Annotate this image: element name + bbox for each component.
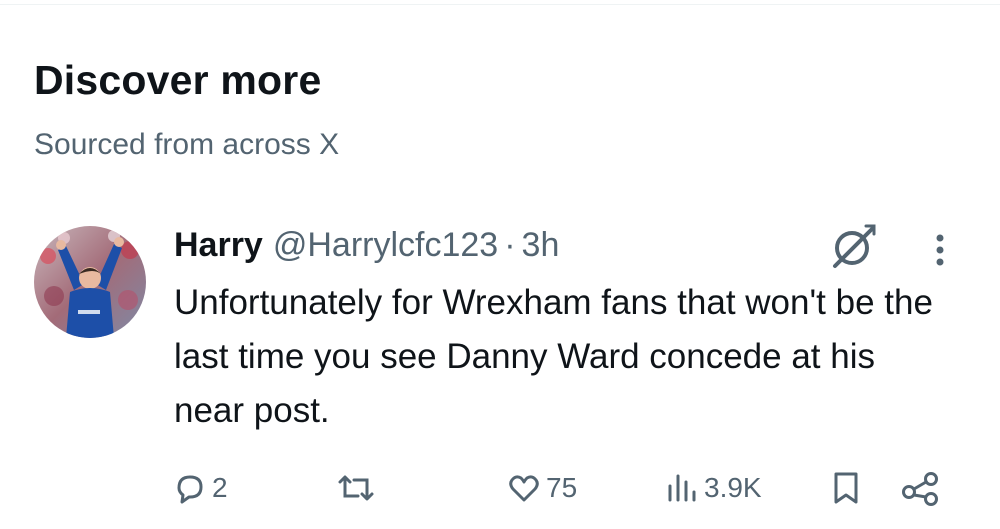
like-count: 75 [546,472,578,503]
view-count: 3.9K [704,472,762,503]
avatar[interactable] [34,226,146,338]
section-title: Discover more [34,57,322,103]
share-icon [900,470,940,506]
like-icon [506,470,542,506]
retweet-button[interactable] [334,466,378,510]
top-divider [0,4,1000,5]
retweet-icon [334,470,378,506]
grok-icon[interactable] [826,220,880,274]
tweet-text: Unfortunately for Wrexham fans that won'… [174,283,933,430]
reply-count: 2 [212,472,228,503]
reply-button[interactable]: 2 [172,466,228,510]
author-name[interactable]: Harry [174,222,263,268]
like-button[interactable]: 75 [506,466,577,510]
views-icon [664,470,700,506]
tweet-header: Harry @Harrylcfc123 · 3h [174,222,559,268]
bookmark-button[interactable] [828,466,864,510]
views-button[interactable]: 3.9K [664,466,762,510]
share-button[interactable] [900,466,940,510]
reply-icon [172,470,208,506]
bookmark-icon [828,470,864,506]
header-separator: · [504,226,516,264]
section-subtitle: Sourced from across X [34,128,340,161]
more-options-icon[interactable] [927,230,953,270]
tweet-timestamp[interactable]: 3h [522,222,560,268]
author-handle[interactable]: @Harrylcfc123 [273,222,498,268]
